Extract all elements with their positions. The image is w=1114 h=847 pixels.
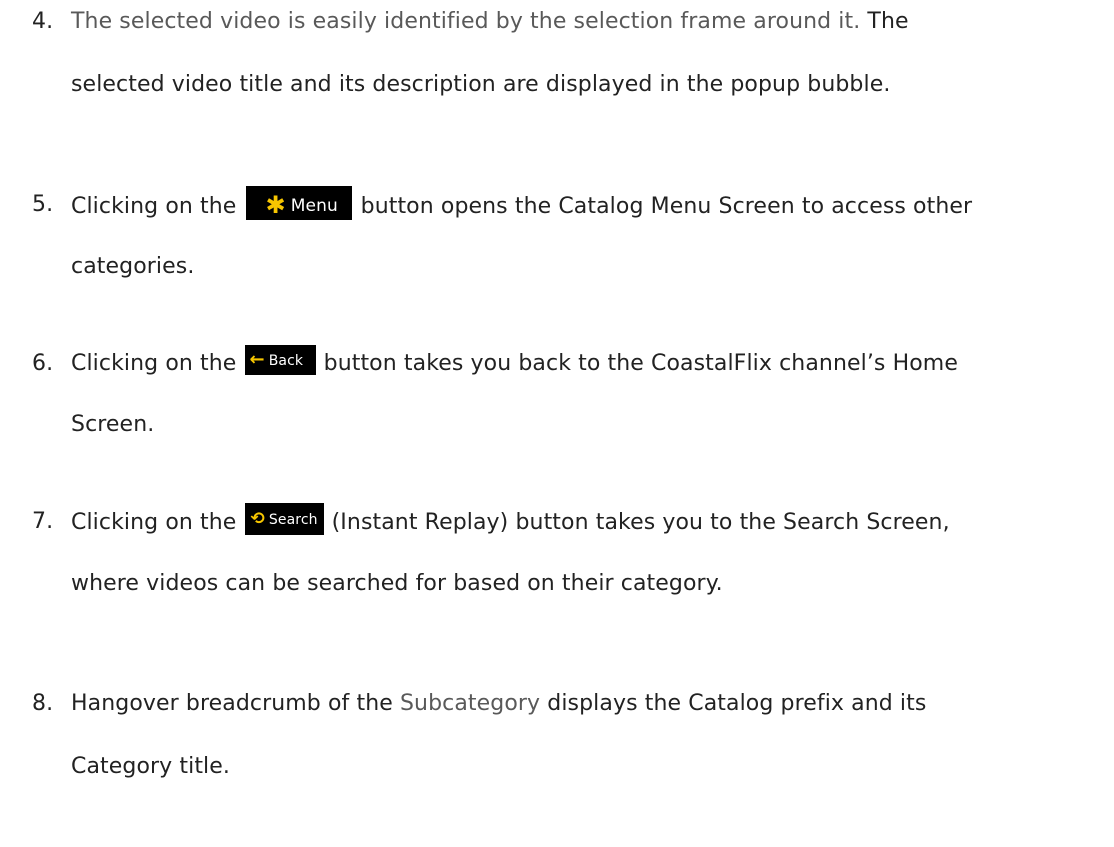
search-button[interactable]: ⟲ Search bbox=[244, 503, 324, 535]
item-4-text-line-2: selected video title and its description… bbox=[71, 72, 891, 97]
item-number: 8. bbox=[32, 691, 54, 716]
item-7-text-after: (Instant Replay) button takes you to the… bbox=[324, 510, 950, 535]
item-6-text-line-2: Screen. bbox=[71, 412, 155, 437]
item-5-text-before: Clicking on the bbox=[71, 194, 244, 219]
item-number: 4. bbox=[32, 9, 54, 34]
item-number: 7. bbox=[32, 509, 54, 534]
item-8-text-before: Hangover breadcrumb of the bbox=[71, 691, 400, 716]
instant-replay-icon: ⟲ bbox=[250, 509, 265, 529]
item-number: 5. bbox=[32, 192, 54, 217]
asterisk-icon: ✱ bbox=[265, 191, 286, 219]
item-6-text-after: button takes you back to the CoastalFlix… bbox=[316, 351, 958, 376]
item-5-text-line-2: categories. bbox=[71, 254, 195, 279]
menu-button-label: Menu bbox=[290, 196, 338, 216]
item-8-text-line-2: Category title. bbox=[71, 754, 230, 779]
item-8-text-after: displays the Catalog prefix and its bbox=[540, 691, 927, 716]
item-4-text-part-1: The selected video is easily identified … bbox=[71, 9, 861, 34]
back-button[interactable]: ← Back bbox=[244, 345, 316, 375]
item-6-text-before: Clicking on the bbox=[71, 351, 244, 376]
item-5-text-after: button opens the Catalog Menu Screen to … bbox=[353, 194, 973, 219]
subcategory-term: Subcategory bbox=[399, 691, 541, 716]
item-4-text-part-2: The bbox=[860, 9, 909, 34]
arrow-left-icon: ← bbox=[249, 349, 265, 370]
search-button-label: Search bbox=[268, 512, 318, 528]
menu-button[interactable]: ✱ Menu bbox=[245, 186, 352, 220]
item-7-text-line-2: where videos can be searched for based o… bbox=[71, 571, 723, 596]
item-7-text-before: Clicking on the bbox=[71, 510, 244, 535]
item-number: 6. bbox=[32, 351, 54, 376]
back-button-label: Back bbox=[268, 353, 304, 369]
